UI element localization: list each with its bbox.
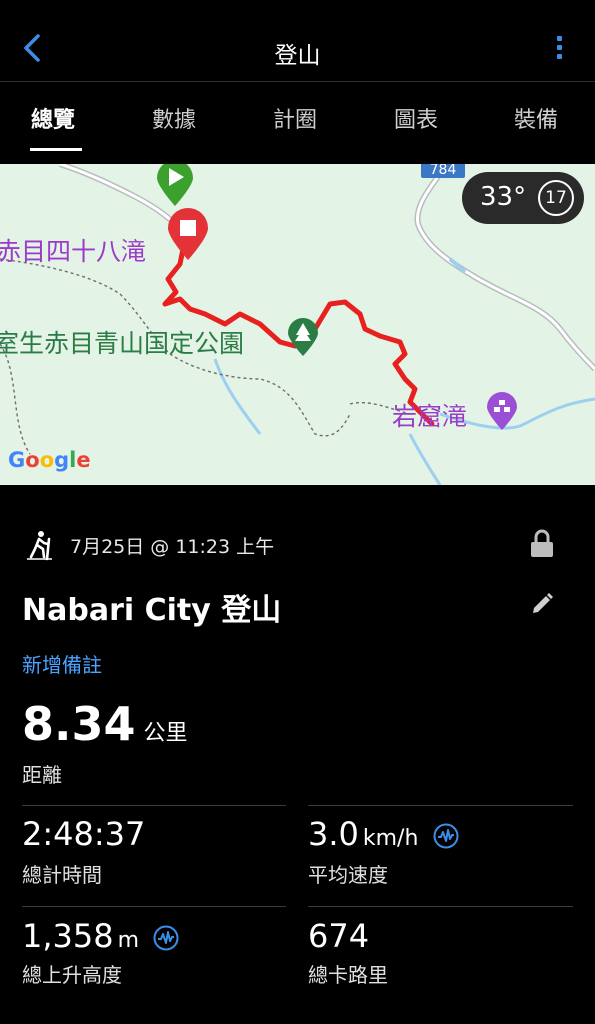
tab-charts[interactable]: 圖表 bbox=[394, 102, 438, 134]
play-pin-icon bbox=[157, 164, 193, 206]
distance-unit: 公里 bbox=[143, 721, 188, 746]
distance-number: 8.34 bbox=[22, 697, 136, 751]
stat-calories: 674 bbox=[308, 917, 369, 955]
stat-total-time-label: 總計時間 bbox=[22, 863, 102, 887]
activity-title: Nabari City 登山 bbox=[22, 593, 282, 628]
distance-label: 距離 bbox=[22, 763, 62, 787]
map-label-cave-fall: 岩窟滝 bbox=[392, 402, 468, 431]
hiking-icon bbox=[27, 531, 52, 561]
lock-icon[interactable] bbox=[530, 529, 554, 559]
top-app-bar: 登山 bbox=[0, 0, 595, 82]
waterfall-icon bbox=[487, 392, 517, 430]
wind-gauge-icon: 17 bbox=[538, 180, 574, 216]
stat-value: 3.0 bbox=[308, 815, 359, 853]
divider bbox=[22, 805, 286, 806]
pencil-icon[interactable] bbox=[530, 592, 554, 616]
map-label-park: 室生赤目青山国定公園 bbox=[0, 329, 245, 358]
active-tab-indicator bbox=[30, 148, 82, 151]
weather-badge[interactable]: 33° 17 bbox=[462, 172, 584, 224]
stat-total-ascent: 1,358 m bbox=[22, 917, 179, 955]
divider bbox=[22, 906, 286, 907]
tab-laps[interactable]: 計圈 bbox=[273, 102, 317, 134]
stat-total-time: 2:48:37 bbox=[22, 815, 145, 853]
stat-avg-speed-label: 平均速度 bbox=[308, 863, 388, 887]
road-number-badge: 784 bbox=[421, 164, 465, 178]
stat-total-ascent-label: 總上升高度 bbox=[22, 963, 122, 987]
page-title: 登山 bbox=[274, 43, 321, 69]
stat-value: 2:48:37 bbox=[22, 815, 146, 853]
divider bbox=[308, 805, 573, 806]
stat-unit: km/h bbox=[362, 826, 419, 851]
route-map[interactable]: 784 33° 17 赤目四十八滝 室生赤目青山国定公園 岩窟滝 Google bbox=[0, 164, 595, 485]
stat-value: 1,358 bbox=[22, 917, 114, 955]
stat-unit: m bbox=[117, 928, 140, 953]
activity-date: 7月25日 @ 11:23 上午 bbox=[70, 536, 275, 558]
tab-data[interactable]: 數據 bbox=[152, 102, 196, 134]
more-vertical-icon[interactable] bbox=[555, 36, 565, 66]
tab-gear[interactable]: 裝備 bbox=[514, 102, 558, 134]
performance-wave-icon[interactable] bbox=[433, 823, 459, 849]
stop-pin-icon bbox=[168, 208, 208, 260]
google-logo: Google bbox=[8, 448, 91, 472]
tree-icon bbox=[288, 318, 318, 356]
weather-temperature: 33° bbox=[480, 182, 527, 212]
add-note-link[interactable]: 新增備註 bbox=[22, 649, 102, 678]
divider bbox=[308, 906, 573, 907]
stat-avg-speed: 3.0 km/h bbox=[308, 815, 459, 853]
distance-value: 8.34 公里 bbox=[22, 697, 188, 751]
map-label-waterfall-48: 赤目四十八滝 bbox=[0, 237, 147, 266]
stat-value: 674 bbox=[308, 917, 370, 955]
stat-calories-label: 總卡路里 bbox=[308, 963, 388, 987]
tab-bar: 總覽 數據 計圈 圖表 裝備 bbox=[0, 82, 595, 152]
activity-summary: 7月25日 @ 11:23 上午 Nabari City 登山 新增備註 8.3… bbox=[0, 485, 595, 1024]
tab-overview[interactable]: 總覽 bbox=[31, 102, 75, 134]
performance-wave-icon[interactable] bbox=[153, 925, 179, 951]
